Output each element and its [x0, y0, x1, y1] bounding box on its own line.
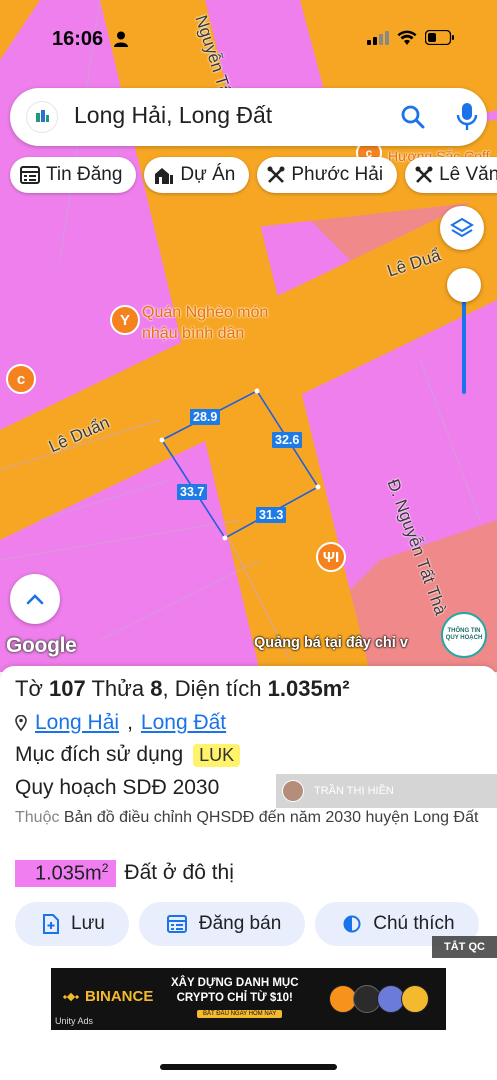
save-button[interactable]: Lưu [15, 902, 129, 946]
land-type: Đất ở đô thị [124, 861, 234, 885]
map-ad-text[interactable]: Quảng bá tại đây chỉ v [254, 635, 408, 651]
contrast-icon [343, 915, 361, 933]
tools-icon [415, 166, 433, 183]
person-icon [114, 31, 128, 47]
ward-link[interactable]: Long Hải [35, 711, 119, 735]
area-row: 1.035m2 Đất ở đô thị [15, 860, 234, 887]
action-buttons: Lưu Đăng bán Chú thích [15, 902, 479, 946]
location-pin-icon [15, 715, 27, 731]
opacity-slider-track[interactable] [462, 286, 466, 394]
home-indicator[interactable] [160, 1064, 337, 1070]
ad-network-label: Unity Ads [55, 1016, 94, 1026]
filter-chips: Tin Đăng Dự Án Phước Hải Lê Văn [10, 157, 497, 195]
search-input[interactable]: Long Hải, Long Đất [74, 102, 272, 129]
app-logo-icon [26, 101, 58, 133]
save-icon [43, 914, 59, 934]
poi-label: Quán Nghèo món nhậu bình dân [142, 304, 269, 342]
status-bar: 16:06 [0, 0, 497, 70]
map-view[interactable]: 16:06 Nguyễn Tất T Hương Sắc Coff Lê Duẩ… [0, 0, 497, 672]
plan-source-text: Thuộc Bản đồ điều chỉnh QHSDĐ đến năm 20… [15, 809, 479, 826]
cafe-poi-icon[interactable]: c [6, 364, 36, 394]
chip-le-van[interactable]: Lê Văn [405, 157, 497, 193]
search-bar[interactable]: Long Hải, Long Đất [10, 88, 487, 146]
area-badge: 1.035m2 [15, 860, 117, 887]
listing-icon [166, 915, 187, 933]
wifi-icon [397, 30, 417, 45]
building-icon [155, 168, 174, 184]
cellular-signal-icon [367, 30, 389, 45]
plan-title: Quy hoạch SDĐ 2030 [15, 776, 220, 799]
district-link[interactable]: Long Đất [141, 711, 226, 735]
google-logo: Google [6, 634, 77, 657]
location-row: Long Hải, Long Đất [15, 711, 226, 735]
layers-icon [450, 217, 474, 238]
mic-icon[interactable] [456, 102, 478, 132]
ad-cta[interactable]: BẮT ĐẦU NGAY HÔM NAY [197, 1010, 283, 1018]
binance-logo: BINANCE [63, 988, 153, 1005]
layers-button[interactable] [440, 206, 484, 250]
watermark-overlay: TRẦN THỊ HIỀN [276, 774, 497, 808]
purpose-row: Mục đích sử dụng LUK [15, 743, 241, 767]
chip-phuoc-hai[interactable]: Phước Hải [257, 157, 398, 193]
close-ad-button[interactable]: TẮT QC [432, 936, 497, 958]
ad-banner[interactable]: BINANCE XÂY DỰNG DANH MỤC CRYPTO CHỈ TỪ … [51, 968, 446, 1030]
status-icons [367, 30, 455, 45]
planning-info-badge[interactable]: THÔNG TIN QUY HOẠCH [441, 612, 487, 658]
binance-icon [63, 992, 79, 1001]
bar-poi-icon[interactable]: Y [110, 305, 140, 335]
ad-headline: XÂY DỰNG DANH MỤC CRYPTO CHỈ TỪ $10! [171, 977, 299, 1004]
tools-icon [267, 166, 285, 183]
search-icon[interactable] [400, 104, 426, 130]
chip-tin-dang[interactable]: Tin Đăng [10, 157, 137, 193]
restaurant-poi-icon[interactable]: ΨΙ [316, 542, 346, 572]
avatar [282, 780, 304, 802]
battery-icon [425, 30, 454, 45]
parcel-title: Tờ 107 Thửa 8, Diện tích 1.035m² [15, 676, 350, 701]
dimension-bottom: 31.3 [256, 507, 287, 523]
status-time: 16:06 [52, 28, 104, 50]
expand-up-button[interactable] [10, 574, 60, 624]
dimension-top: 28.9 [190, 409, 221, 425]
chip-du-an[interactable]: Dự Án [144, 157, 250, 193]
parcel-sheet: Tờ 107 Thửa 8, Diện tích 1.035m² Long Hả… [0, 666, 497, 1080]
chevron-up-icon [26, 594, 44, 605]
dimension-left: 33.7 [177, 484, 208, 500]
calendar-list-icon [20, 166, 40, 184]
crypto-coins [329, 985, 429, 1013]
opacity-slider-handle[interactable] [447, 268, 481, 302]
dimension-right: 32.6 [272, 432, 303, 448]
bnb-icon [401, 985, 429, 1013]
post-sale-button[interactable]: Đăng bán [138, 902, 306, 946]
purpose-code-badge: LUK [193, 743, 241, 767]
